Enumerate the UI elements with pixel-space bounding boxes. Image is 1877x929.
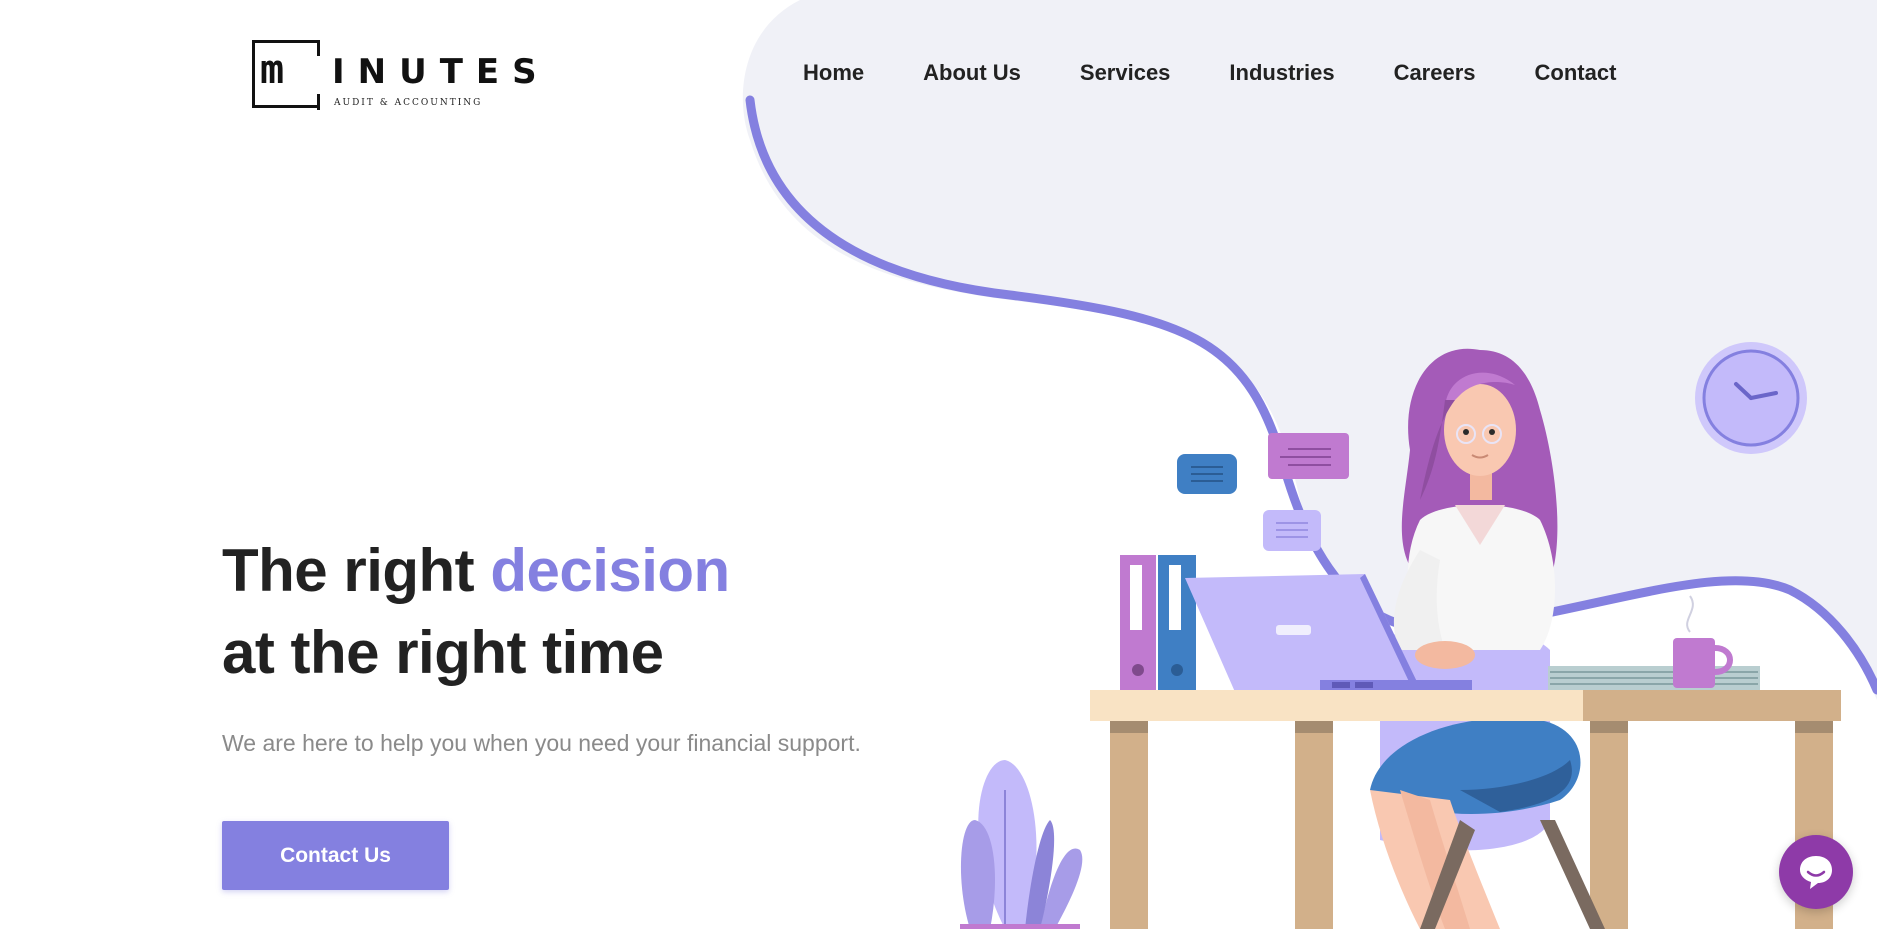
hero-title-line2: at the right time	[222, 619, 664, 686]
logo-tagline: AUDIT & ACCOUNTING	[334, 98, 483, 108]
message-bubble-blue-icon	[1177, 454, 1237, 494]
logo-frame-accent	[317, 94, 320, 110]
nav-careers[interactable]: Careers	[1394, 58, 1476, 88]
main-nav: Home About Us Services Industries Career…	[803, 58, 1616, 88]
nav-industries[interactable]: Industries	[1229, 58, 1334, 88]
office-illustration	[960, 342, 1841, 929]
plant-icon	[960, 760, 1083, 929]
chat-bubble-icon	[1800, 856, 1832, 889]
hero-title: The right decision at the right time	[222, 530, 730, 694]
contact-us-button[interactable]: Contact Us	[222, 821, 449, 890]
chat-widget-button[interactable]	[1779, 835, 1853, 909]
message-bubble-purple-icon	[1268, 433, 1349, 479]
wall-clock-icon	[1695, 342, 1807, 454]
page: m INUTES AUDIT & ACCOUNTING Home About U…	[0, 0, 1877, 929]
nav-about-us[interactable]: About Us	[923, 58, 1021, 88]
hero-title-accent: decision	[490, 537, 730, 604]
nav-home[interactable]: Home	[803, 58, 864, 88]
hero-title-part1: The right	[222, 537, 491, 604]
logo-wordmark: INUTES	[332, 52, 550, 92]
brand-logo[interactable]: m INUTES AUDIT & ACCOUNTING	[252, 38, 537, 112]
hero-subtitle: We are here to help you when you need yo…	[222, 730, 861, 756]
binders-icon	[1120, 555, 1196, 690]
nav-services[interactable]: Services	[1080, 58, 1171, 88]
message-bubble-lavender-icon	[1263, 510, 1321, 551]
logo-mark: m	[260, 47, 284, 93]
nav-contact[interactable]: Contact	[1535, 58, 1617, 88]
